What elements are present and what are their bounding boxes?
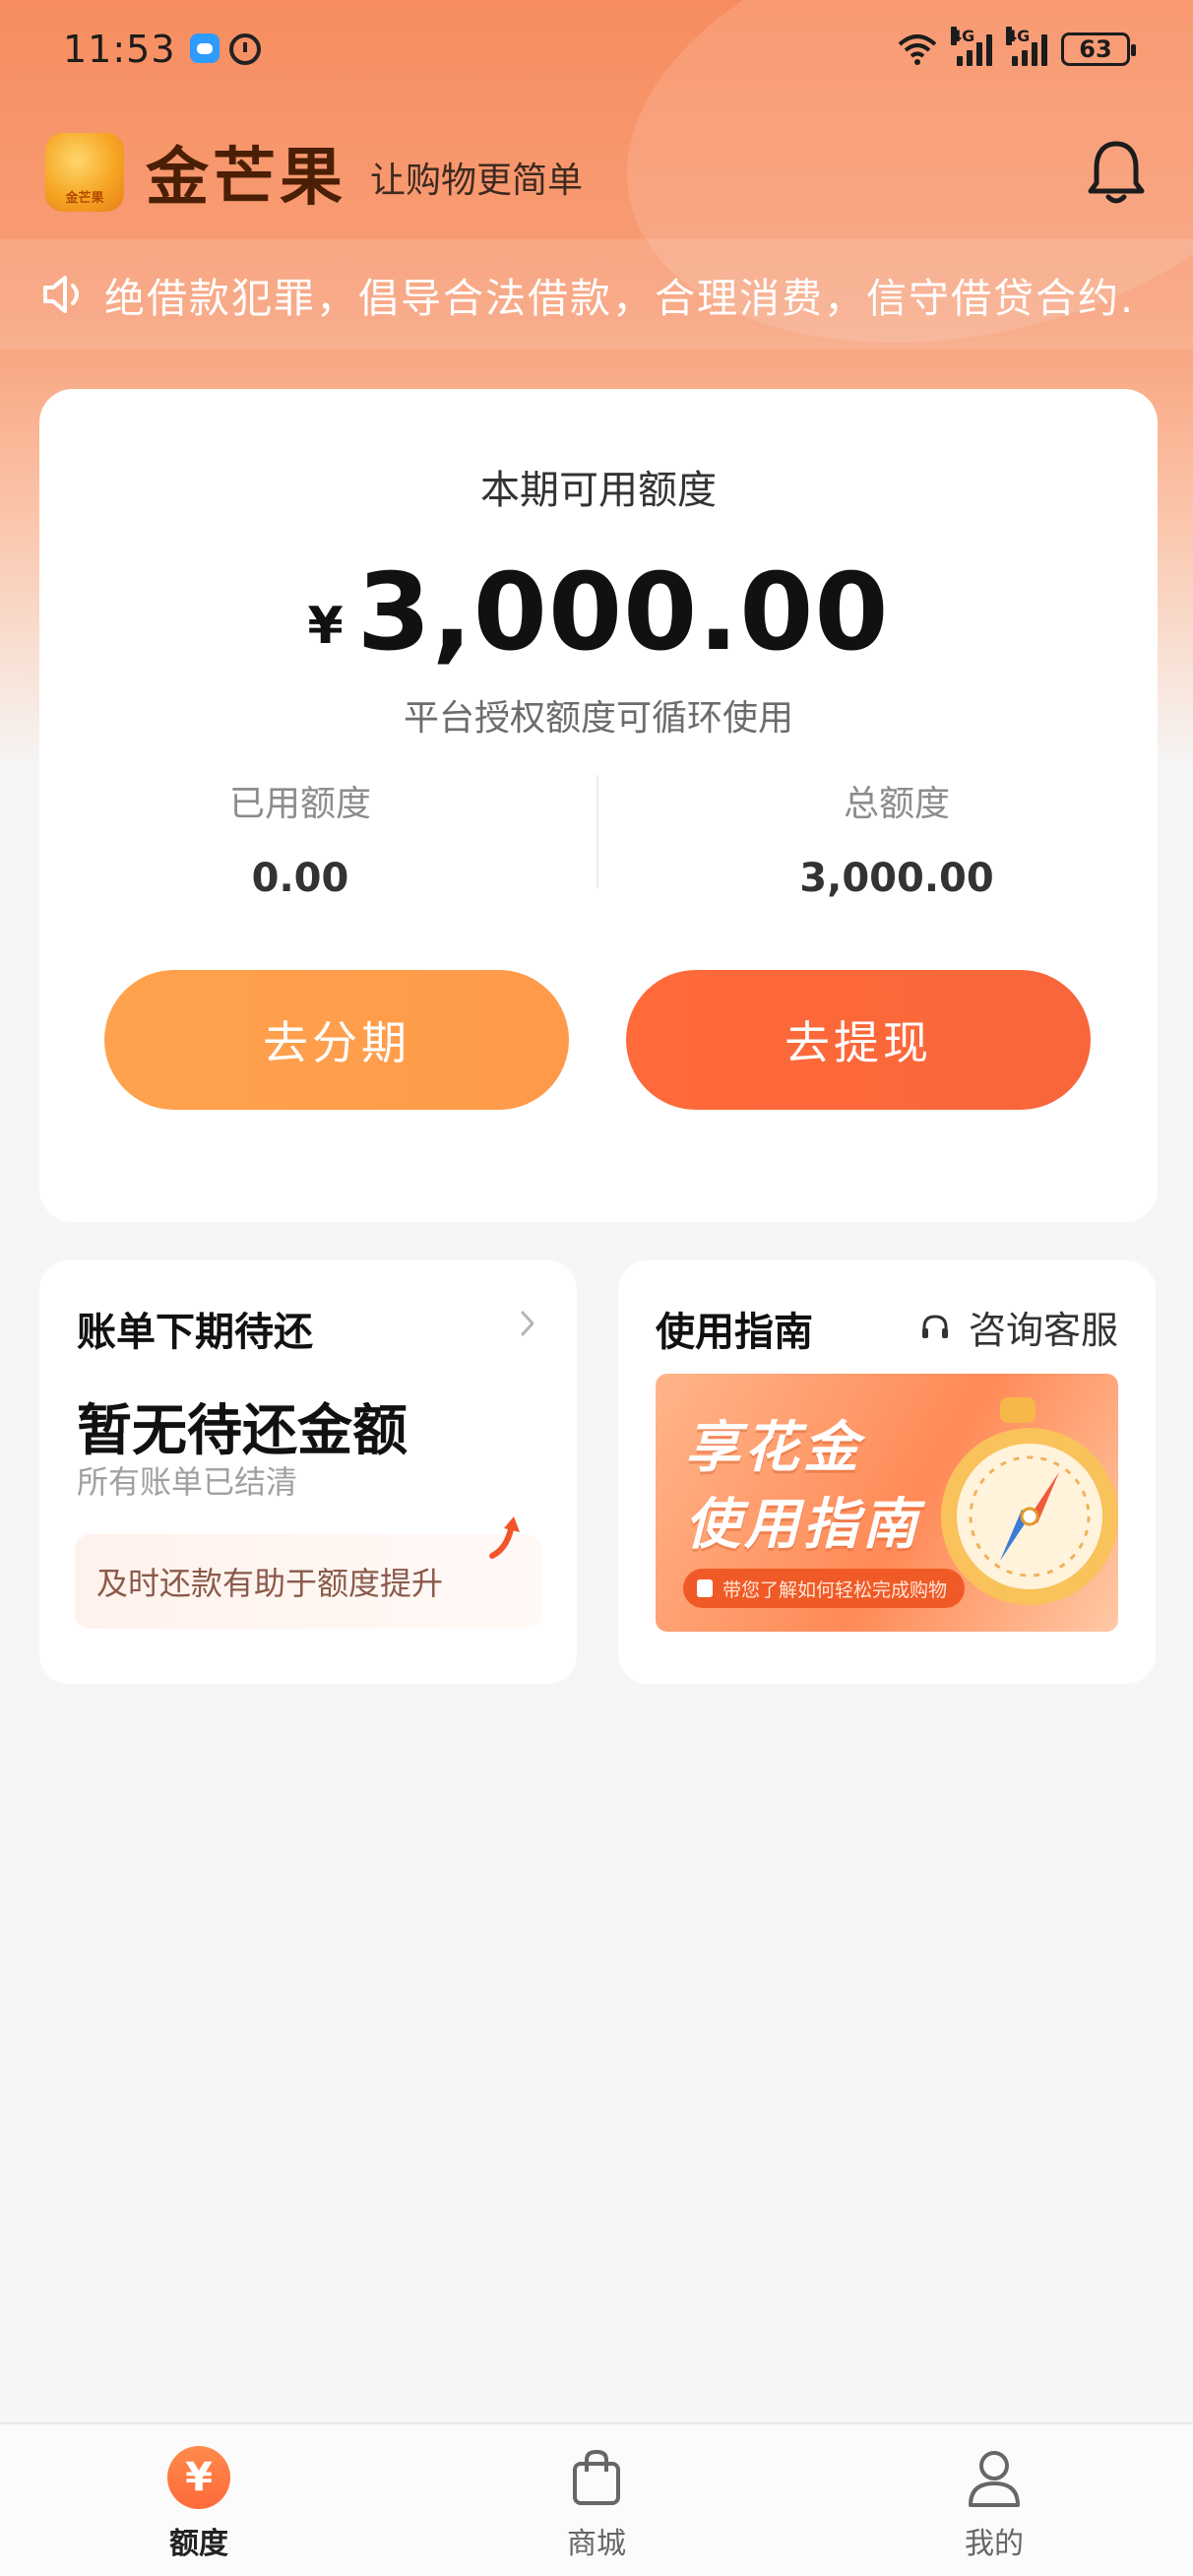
- trend-up-arrow-icon: [489, 1516, 520, 1559]
- currency-symbol: ¥: [307, 597, 344, 656]
- used-credit-stat: 已用额度 0.00: [39, 775, 561, 901]
- banner-pill-text: 带您了解如何轻松完成购物: [722, 1578, 948, 1601]
- used-credit-label: 已用额度: [228, 784, 371, 824]
- tab-mall[interactable]: 商城: [398, 2424, 795, 2576]
- guide-banner[interactable]: 享花金 使用指南 带您了解如何轻松完成购物: [656, 1374, 1118, 1632]
- bill-card-title: 账单下期待还: [77, 1310, 313, 1355]
- repayment-tip-text: 及时还款有助于额度提升: [96, 1565, 444, 1602]
- yen-icon: ¥: [167, 2446, 230, 2509]
- banner-line-1: 享花金: [685, 1416, 862, 1480]
- app-logo-icon: 金芒果: [45, 133, 124, 212]
- total-credit-stat: 总额度 3,000.00: [636, 775, 1158, 901]
- compass-icon: [941, 1397, 1118, 1605]
- app-screen: 11:53 4G 4G 63 金芒果 金芒果 让购物更简单 绝借款犯罪，倡导合法…: [0, 0, 1193, 2576]
- status-time: 11:53: [63, 28, 176, 71]
- banner-line-2: 使用指南: [685, 1493, 921, 1557]
- total-credit-value: 3,000.00: [799, 856, 994, 901]
- bill-substatus: 所有账单已结清: [77, 1463, 298, 1501]
- notice-text: 绝借款犯罪，倡导合法借款，合理消费，信守借贷合约.: [104, 275, 1136, 322]
- status-notification-icons: [189, 33, 261, 65]
- brand-name: 金芒果: [146, 142, 346, 215]
- guide-card: 使用指南 咨询客服 享花金 使用指南 带您了解如何轻松完成购物: [618, 1260, 1156, 1684]
- wifi-icon: [898, 34, 937, 65]
- bottom-tab-bar: ¥ 额度 商城 我的: [0, 2422, 1193, 2576]
- available-amount: ¥3,000.00: [39, 551, 1158, 675]
- available-amount-value: 3,000.00: [356, 551, 890, 675]
- banner-pill: 带您了解如何轻松完成购物: [683, 1569, 966, 1608]
- installment-button[interactable]: 去分期: [104, 970, 569, 1110]
- tab-mall-label: 商城: [567, 2527, 626, 2561]
- person-icon: [969, 2451, 1020, 2507]
- customer-service-label: 咨询客服: [968, 1309, 1118, 1352]
- tab-credit[interactable]: ¥ 额度: [0, 2424, 398, 2576]
- battery-level: 63: [1079, 35, 1112, 63]
- tab-credit-label: 额度: [169, 2527, 228, 2561]
- credit-note: 平台授权额度可循环使用: [403, 698, 793, 739]
- status-bar: 11:53 4G 4G 63: [0, 0, 1193, 98]
- speaker-icon: [43, 276, 79, 313]
- cellular-signal-icon: 4G: [951, 27, 992, 66]
- used-credit-value: 0.00: [251, 856, 349, 901]
- tab-profile[interactable]: 我的: [795, 2424, 1193, 2576]
- headset-icon: [921, 1314, 948, 1338]
- network-type-label: 4G: [951, 27, 975, 45]
- credit-limit-card: 本期可用额度 ¥3,000.00 平台授权额度可循环使用 已用额度 0.00 总…: [39, 389, 1158, 1222]
- guide-card-title: 使用指南: [656, 1310, 813, 1355]
- bill-status: 暂无待还金额: [77, 1399, 408, 1463]
- credit-title: 本期可用额度: [480, 468, 717, 513]
- status-indicators: 4G 4G 63: [898, 27, 1136, 66]
- alarm-icon: [228, 33, 261, 65]
- network-type-label: 4G: [1006, 27, 1031, 45]
- chevron-right-icon[interactable]: [514, 1310, 541, 1337]
- total-credit-label: 总额度: [843, 784, 950, 824]
- tab-profile-label: 我的: [965, 2527, 1024, 2561]
- notification-bell-icon[interactable]: [1085, 138, 1148, 207]
- battery-icon: 63: [1061, 32, 1136, 66]
- message-notification-icon: [189, 33, 220, 63]
- withdraw-button[interactable]: 去提现: [626, 970, 1091, 1110]
- logo-text: 金芒果: [65, 191, 104, 206]
- customer-service-link[interactable]: 咨询客服: [919, 1300, 1118, 1354]
- stat-divider: [596, 775, 598, 888]
- shopping-bag-icon: [573, 2449, 620, 2505]
- shopping-bag-icon: [697, 1579, 713, 1597]
- notice-marquee: 绝借款犯罪，倡导合法借款，合理消费，信守借贷合约.: [0, 239, 1193, 350]
- brand-slogan: 让购物更简单: [370, 161, 584, 201]
- repayment-tip: 及时还款有助于额度提升: [75, 1516, 541, 1629]
- cellular-signal-icon: 4G: [1006, 27, 1047, 66]
- bill-card[interactable]: 账单下期待还 暂无待还金额 所有账单已结清 及时还款有助于额度提升: [39, 1260, 577, 1684]
- app-header: 金芒果 金芒果 让购物更简单: [45, 128, 1148, 217]
